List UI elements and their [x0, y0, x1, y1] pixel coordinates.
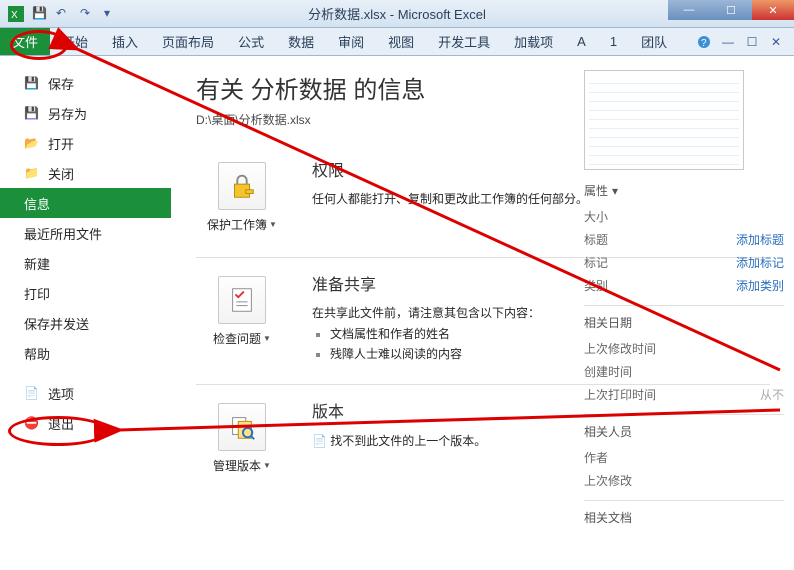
chevron-down-icon: ▾ — [612, 184, 618, 198]
window-title: 分析数据.xlsx - Microsoft Excel — [308, 4, 486, 23]
prop-label: 作者 — [584, 449, 608, 466]
sidebar-item-new[interactable]: 新建 — [0, 248, 171, 278]
tab-home[interactable]: 开始 — [50, 28, 100, 55]
title-bar: X ↶ ↷ ▾ 分析数据.xlsx - Microsoft Excel — ☐ … — [0, 0, 794, 28]
sidebar-label: 信息 — [24, 194, 50, 213]
props-heading: 相关人员 — [584, 423, 784, 440]
tab-dev[interactable]: 开发工具 — [426, 28, 502, 55]
help-icon[interactable]: ? — [696, 34, 712, 50]
protect-workbook-button[interactable]: 保护工作簿▼ — [196, 158, 288, 237]
button-label: 检查问题 — [213, 330, 261, 347]
close-folder-icon — [24, 165, 40, 181]
tab-1[interactable]: 1 — [598, 28, 629, 55]
chevron-down-icon: ▼ — [263, 334, 271, 343]
sidebar-label: 打印 — [24, 284, 50, 303]
checklist-icon — [218, 276, 266, 324]
tab-view[interactable]: 视图 — [376, 28, 426, 55]
sidebar-label: 帮助 — [24, 344, 50, 363]
tab-insert[interactable]: 插入 — [100, 28, 150, 55]
prop-label: 创建时间 — [584, 363, 632, 380]
ribbon-close-icon[interactable]: ✕ — [768, 34, 784, 50]
versions-icon — [218, 403, 266, 451]
excel-icon: X — [8, 6, 24, 22]
prop-value: 从不 — [760, 386, 784, 403]
ribbon-min-icon[interactable]: — — [720, 34, 736, 50]
prop-value[interactable]: 添加类别 — [736, 277, 784, 294]
prop-label: 标记 — [584, 254, 608, 271]
chevron-down-icon: ▼ — [269, 220, 277, 229]
sidebar-label: 保存并发送 — [24, 314, 89, 333]
tab-layout[interactable]: 页面布局 — [150, 28, 226, 55]
ribbon-right-tools: ? — ☐ ✕ — [696, 28, 794, 55]
chevron-down-icon: ▼ — [263, 461, 271, 470]
close-button[interactable]: ✕ — [752, 0, 794, 20]
backstage-view: 保存 另存为 打开 关闭 信息 最近所用文件 新建 打印 保存并发送 帮助 选项… — [0, 56, 794, 570]
qat-dropdown-icon[interactable]: ▾ — [104, 6, 120, 22]
prop-label: 标题 — [584, 231, 608, 248]
document-thumbnail — [584, 70, 744, 170]
svg-text:?: ? — [701, 38, 707, 49]
properties-panel: 属性 ▾ 大小 标题 添加标题 标记 添加标记 类别 添加类别 相关日期 上次修改时间… — [584, 70, 784, 532]
sidebar-label: 另存为 — [48, 104, 87, 123]
save-icon — [24, 75, 40, 91]
redo-icon[interactable]: ↷ — [80, 6, 96, 22]
tab-team[interactable]: 团队 — [629, 28, 679, 55]
file-tab[interactable]: 文件 — [0, 28, 50, 55]
sidebar-item-print[interactable]: 打印 — [0, 278, 171, 308]
props-heading[interactable]: 属性 ▾ — [584, 182, 784, 199]
sidebar-item-options[interactable]: 选项 — [0, 378, 171, 408]
manage-versions-button[interactable]: 管理版本▼ — [196, 399, 288, 478]
sidebar-label: 选项 — [48, 384, 74, 403]
ribbon-tabs: 文件 开始 插入 页面布局 公式 数据 审阅 视图 开发工具 加载项 A 1 团… — [0, 28, 794, 56]
save-icon[interactable] — [32, 6, 48, 22]
quick-access-toolbar: X ↶ ↷ ▾ — [0, 6, 120, 22]
sidebar-label: 新建 — [24, 254, 50, 273]
sidebar-label: 保存 — [48, 74, 74, 93]
options-icon — [24, 385, 40, 401]
backstage-content: 有关 分析数据 的信息 D:\桌面\分析数据.xlsx 保护工作簿▼ 权限 任何… — [172, 56, 794, 570]
prop-value[interactable]: 添加标记 — [736, 254, 784, 271]
window-controls: — ☐ ✕ — [668, 0, 794, 20]
tab-data[interactable]: 数据 — [276, 28, 326, 55]
sidebar-item-help[interactable]: 帮助 — [0, 338, 171, 368]
svg-text:X: X — [11, 10, 18, 21]
prop-value[interactable]: 添加标题 — [736, 231, 784, 248]
tab-a[interactable]: A — [565, 28, 598, 55]
saveas-icon — [24, 105, 40, 121]
sidebar-item-exit[interactable]: 退出 — [0, 408, 171, 438]
ribbon-restore-icon[interactable]: ☐ — [744, 34, 760, 50]
maximize-button[interactable]: ☐ — [710, 0, 752, 20]
lock-icon — [218, 162, 266, 210]
sidebar-label: 退出 — [48, 414, 74, 433]
sidebar-item-close[interactable]: 关闭 — [0, 158, 171, 188]
tab-review[interactable]: 审阅 — [326, 28, 376, 55]
prop-label: 类别 — [584, 277, 608, 294]
sidebar-item-sendsave[interactable]: 保存并发送 — [0, 308, 171, 338]
button-label: 管理版本 — [213, 457, 261, 474]
sidebar-label: 最近所用文件 — [24, 224, 102, 243]
sidebar-label: 打开 — [48, 134, 74, 153]
exit-icon — [24, 415, 40, 431]
prop-label: 上次修改时间 — [584, 340, 656, 357]
sidebar-item-info[interactable]: 信息 — [0, 188, 171, 218]
backstage-sidebar: 保存 另存为 打开 关闭 信息 最近所用文件 新建 打印 保存并发送 帮助 选项… — [0, 56, 172, 570]
tab-addins[interactable]: 加载项 — [502, 28, 565, 55]
prop-label: 大小 — [584, 208, 608, 225]
undo-icon[interactable]: ↶ — [56, 6, 72, 22]
prop-label: 上次修改 — [584, 472, 632, 489]
sidebar-item-recent[interactable]: 最近所用文件 — [0, 218, 171, 248]
props-heading: 相关文档 — [584, 509, 784, 526]
open-icon — [24, 135, 40, 151]
check-issues-button[interactable]: 检查问题▼ — [196, 272, 288, 364]
props-heading: 相关日期 — [584, 314, 784, 331]
button-label: 保护工作簿 — [207, 216, 267, 233]
minimize-button[interactable]: — — [668, 0, 710, 20]
prop-label: 上次打印时间 — [584, 386, 656, 403]
sidebar-label: 关闭 — [48, 164, 74, 183]
sidebar-item-save[interactable]: 保存 — [0, 68, 171, 98]
tab-formula[interactable]: 公式 — [226, 28, 276, 55]
sidebar-item-open[interactable]: 打开 — [0, 128, 171, 158]
sidebar-item-saveas[interactable]: 另存为 — [0, 98, 171, 128]
